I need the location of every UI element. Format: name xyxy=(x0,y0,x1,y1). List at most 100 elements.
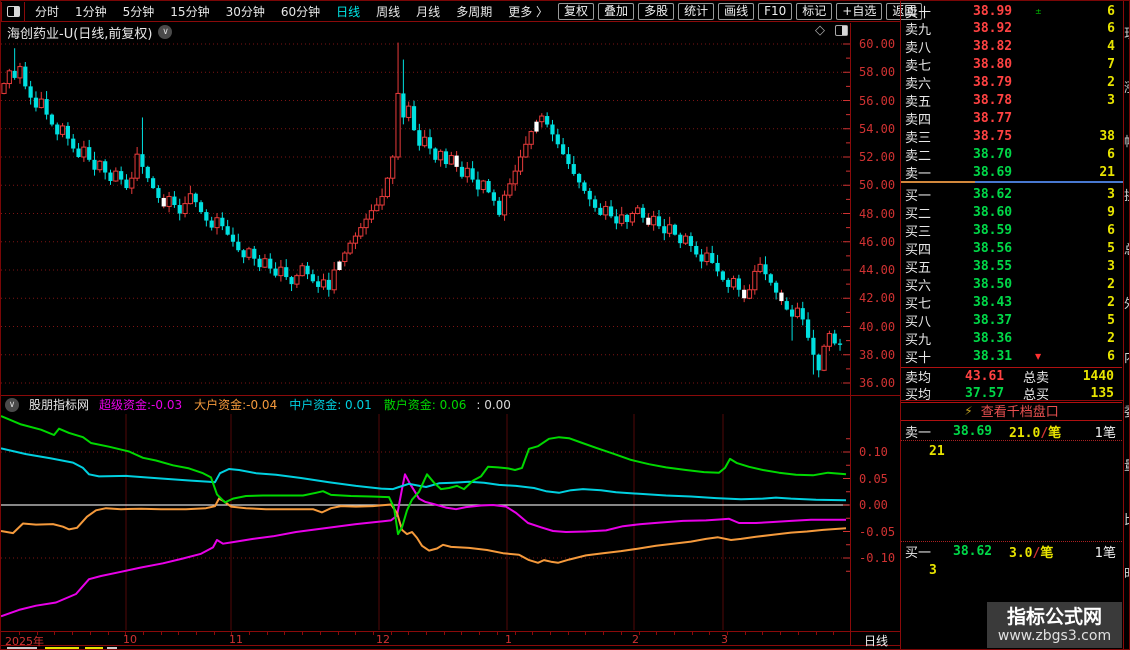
order-book-row-卖五[interactable]: 卖五38.783 xyxy=(901,92,1123,110)
ratio-sell-segment xyxy=(901,181,975,183)
period-tab-1分钟[interactable]: 1分钟 xyxy=(75,3,107,20)
depth-row-买一[interactable]: 买一38.623.0/笔1笔 xyxy=(901,543,1122,560)
level-volume: 2 xyxy=(1047,277,1123,292)
toolbar-button-叠加[interactable]: 叠加 xyxy=(598,3,634,20)
depth-row-卖一[interactable]: 卖一38.6921.0/笔1笔 xyxy=(901,423,1122,440)
thousand-depth-link-row[interactable]: ⚡ 查看千档盘口 xyxy=(901,401,1122,421)
chevron-down-icon[interactable]: ∨ xyxy=(158,25,172,39)
candle-body xyxy=(316,281,320,287)
candle-body xyxy=(108,173,112,181)
candle-body xyxy=(263,259,267,267)
clipped-char: 比 xyxy=(1124,509,1130,528)
candle-body xyxy=(455,156,459,167)
candle-body xyxy=(423,137,427,145)
level-volume: 2 xyxy=(1047,75,1123,90)
date-minor-tick xyxy=(320,632,321,635)
period-tab-30分钟[interactable]: 30分钟 xyxy=(226,3,265,20)
level-label: 买八 xyxy=(901,311,955,330)
period-label: 日线 xyxy=(852,632,900,646)
candle-body xyxy=(795,308,799,316)
toolbar-button-F10[interactable]: F10 xyxy=(758,3,792,20)
date-minor-tick xyxy=(833,632,834,635)
candle-body xyxy=(609,206,613,216)
order-book-row-买五[interactable]: 买五38.553 xyxy=(901,257,1123,275)
candle-body xyxy=(140,154,144,167)
candle-body xyxy=(806,319,810,337)
period-tab-月线[interactable]: 月线 xyxy=(416,3,440,20)
candle-body xyxy=(668,225,672,233)
candle-body xyxy=(529,132,533,145)
order-book-row-卖八[interactable]: 卖八38.824 xyxy=(901,38,1123,56)
order-book-row-卖九[interactable]: 卖九38.926 xyxy=(901,20,1123,38)
order-book-row-买八[interactable]: 买八38.375 xyxy=(901,312,1123,330)
period-tab-周线[interactable]: 周线 xyxy=(376,3,400,20)
period-tab-15分钟[interactable]: 15分钟 xyxy=(170,3,209,20)
candle-body xyxy=(566,154,570,164)
level-price: 38.99 xyxy=(973,4,1035,19)
period-tab-更多 〉[interactable]: 更多 〉 xyxy=(508,3,548,20)
toolbar-button-统计[interactable]: 统计 xyxy=(678,3,714,20)
order-book-row-买十[interactable]: 买十38.31▼6 xyxy=(901,348,1123,366)
level-price: 38.55 xyxy=(973,259,1035,274)
order-book-row-卖十[interactable]: 卖十38.99±6 xyxy=(901,2,1123,20)
order-book-row-卖七[interactable]: 卖七38.807 xyxy=(901,56,1123,74)
level-volume: 6 xyxy=(1047,4,1123,19)
period-tab-分时[interactable]: 分时 xyxy=(35,3,59,20)
toolbar-button-多股[interactable]: 多股 xyxy=(638,3,674,20)
order-book-row-买七[interactable]: 买七38.432 xyxy=(901,294,1123,312)
period-tab-60分钟[interactable]: 60分钟 xyxy=(281,3,320,20)
order-book-row-卖二[interactable]: 卖二38.706 xyxy=(901,145,1123,163)
level-price: 38.70 xyxy=(973,147,1035,162)
candle-body xyxy=(508,184,512,195)
diamond-icon[interactable]: ◇ xyxy=(815,23,825,38)
order-book-row-买九[interactable]: 买九38.362 xyxy=(901,330,1123,348)
order-book-row-卖一[interactable]: 卖一38.6921 xyxy=(901,163,1123,181)
level-label: 卖六 xyxy=(901,73,955,92)
order-book-row-卖六[interactable]: 卖六38.792 xyxy=(901,74,1123,92)
candle-body xyxy=(731,278,735,286)
order-book-row-买四[interactable]: 买四38.565 xyxy=(901,239,1123,257)
indicator-extra-value: : 0.00 xyxy=(476,398,511,412)
order-book-row-买三[interactable]: 买三38.596 xyxy=(901,221,1123,239)
candle-body xyxy=(242,250,246,257)
right-divider-line xyxy=(1123,1,1124,650)
order-book-row-卖三[interactable]: 卖三38.7538 xyxy=(901,127,1123,145)
candle-body xyxy=(689,236,693,246)
candle-body xyxy=(737,278,741,289)
price-and-indicator-chart[interactable] xyxy=(1,1,900,650)
candle-body xyxy=(13,71,17,78)
date-minor-tick xyxy=(19,632,20,635)
candle-body xyxy=(135,154,139,178)
candle-body xyxy=(337,262,341,270)
candle-body xyxy=(593,199,597,207)
date-minor-tick xyxy=(709,632,710,635)
toolbar-button-复权[interactable]: 复权 xyxy=(558,3,594,20)
chart-title-row: 海创药业-U(日线,前复权) ∨ xyxy=(7,23,172,41)
candle-body xyxy=(471,168,475,179)
candle-body xyxy=(763,264,767,274)
period-tab-多周期[interactable]: 多周期 xyxy=(456,3,492,20)
order-book-row-买一[interactable]: 买一38.623 xyxy=(901,185,1123,203)
chevron-down-icon[interactable]: ∨ xyxy=(5,398,19,412)
date-minor-tick xyxy=(515,632,516,635)
period-tab-日线[interactable]: 日线 xyxy=(336,3,360,20)
candle-body xyxy=(210,221,214,228)
toolbar-button-标记[interactable]: 标记 xyxy=(796,3,832,20)
date-tick-label: 1 xyxy=(505,633,512,646)
candle-body xyxy=(476,180,480,190)
level-label: 卖一 xyxy=(901,163,955,182)
toolbar-button-画线[interactable]: 画线 xyxy=(718,3,754,20)
date-minor-tick xyxy=(408,632,409,635)
pane-layout-icon[interactable] xyxy=(835,25,848,36)
candle-body xyxy=(396,93,400,157)
total-buy-value: 135 xyxy=(1063,386,1122,401)
period-tab-5分钟[interactable]: 5分钟 xyxy=(123,3,155,20)
candle-body xyxy=(742,290,746,298)
order-book-row-买二[interactable]: 买二38.609 xyxy=(901,203,1123,221)
layout-toggle-button[interactable] xyxy=(1,2,25,21)
date-axis[interactable]: 日线 2025年101112123 xyxy=(1,631,900,646)
order-book-row-卖四[interactable]: 卖四38.77 xyxy=(901,109,1123,127)
candle-body xyxy=(465,168,469,176)
view-thousand-depth-link[interactable]: 查看千档盘口 xyxy=(981,401,1059,420)
order-book-row-买六[interactable]: 买六38.502 xyxy=(901,276,1123,294)
